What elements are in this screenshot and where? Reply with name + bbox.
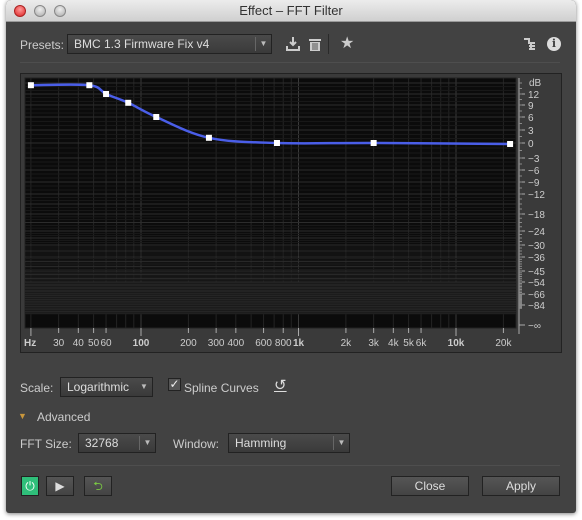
presets-dropdown[interactable]: BMC 1.3 Firmware Fix v4 ▼ [67,34,272,54]
presets-label: Presets: [20,38,65,52]
x-tick-label: 200 [180,338,197,349]
x-tick-label: 100 [133,338,150,349]
control-point[interactable] [370,140,377,146]
chevron-down-icon: ▼ [140,382,148,391]
y-tick-label: 6 [528,113,534,124]
info-icon[interactable]: i [547,37,561,51]
divider [20,62,560,63]
scale-label: Scale: [20,381,54,395]
window-value: Hamming [235,436,287,450]
zoom-window-button[interactable] [54,5,66,17]
presets-value: BMC 1.3 Firmware Fix v4 [74,37,210,51]
toolbar-divider [328,34,329,54]
play-icon: ▶ [55,479,65,493]
x-tick-label: 300 [208,338,225,349]
divider [20,465,560,466]
control-point[interactable] [507,141,514,147]
y-tick-label: −3 [528,154,540,165]
y-tick-label: 3 [528,126,534,137]
control-point[interactable] [205,134,212,141]
apply-button[interactable]: Apply [482,476,560,496]
y-tick-label: 9 [528,101,534,112]
x-tick-label: 20k [495,338,512,349]
y-tick-label: −∞ [528,321,541,332]
x-tick-label: 40 [73,338,85,349]
power-toggle-button[interactable]: ⏻ [21,476,39,496]
effect-window: Effect – FFT Filter Presets: BMC 1.3 Fir… [6,0,576,513]
control-point[interactable] [103,91,110,97]
y-axis-unit: dB [529,78,542,89]
y-tick-label: −36 [528,253,545,264]
y-tick-label: −45 [528,267,545,278]
fft-size-label: FFT Size: [20,437,72,451]
y-tick-label: −30 [528,241,545,252]
save-preset-icon[interactable] [285,36,301,52]
y-tick-label: 0 [528,139,534,150]
x-tick-label: 3k [368,338,380,349]
x-tick-label: 600 [255,338,272,349]
spline-curves-checkbox[interactable]: ✓ [168,378,181,391]
x-tick-label: 50 [88,338,100,349]
x-tick-label: 6k [416,338,428,349]
x-tick-label: 10k [448,338,465,349]
window-label: Window: [173,437,220,451]
y-tick-label: −54 [528,278,545,289]
x-tick-label: 800 [275,338,292,349]
y-tick-label: −12 [528,190,545,201]
y-tick-label: −18 [528,210,545,221]
trash-icon[interactable] [308,37,322,52]
channel-routing-icon[interactable] [523,37,537,51]
y-tick-label: −6 [528,166,540,177]
star-icon[interactable]: ★ [340,33,354,53]
window-title: Effect – FFT Filter [239,3,343,18]
y-tick-label: −9 [528,178,540,189]
x-tick-label: 2k [341,338,353,349]
close-window-button[interactable] [14,5,26,17]
control-point[interactable] [273,140,280,146]
power-icon: ⏻ [25,479,35,493]
scale-dropdown[interactable]: Logarithmic ▼ [60,377,153,397]
y-tick-label: −66 [528,290,545,301]
fft-chart[interactable]: dB129630−3−6−9−12−18−24−30−36−45−54−66−8… [21,74,561,352]
minimize-window-button[interactable] [34,5,46,17]
disclosure-triangle-icon[interactable]: ▼ [18,411,27,421]
advanced-toggle[interactable]: Advanced [37,410,90,424]
y-tick-label: 12 [528,90,540,101]
fft-size-dropdown[interactable]: 32768 ▼ [78,433,156,453]
x-tick-label: 400 [227,338,244,349]
x-tick-label: 4k [388,338,400,349]
play-button[interactable]: ▶ [46,476,74,496]
reset-icon[interactable]: ↺ [274,376,287,394]
x-tick-label: 60 [100,338,112,349]
loop-button[interactable]: ⮌ [84,476,112,496]
x-tick-label: 30 [53,338,65,349]
x-tick-label: 5k [403,338,415,349]
control-point[interactable] [125,99,132,106]
window-dropdown[interactable]: Hamming ▼ [228,433,350,453]
control-point[interactable] [86,82,93,89]
scale-value: Logarithmic [67,380,130,394]
chevron-down-icon: ▼ [255,37,271,51]
x-axis-unit: Hz [24,338,36,349]
chevron-down-icon: ▼ [333,436,349,450]
control-point[interactable] [27,82,34,89]
spline-curves-label: Spline Curves [184,381,259,395]
chevron-down-icon: ▼ [139,436,155,450]
title-bar: Effect – FFT Filter [6,0,576,22]
x-tick-label: 1k [293,338,305,349]
fft-size-value: 32768 [85,436,119,450]
y-tick-label: −84 [528,301,545,312]
fft-graph[interactable]: dB 12 9 6 3 0 −3 −6 −9 −12 −18 −24 −30 −36 −45 −54 −66 −8… [20,73,562,353]
loop-icon: ⮌ [93,479,103,493]
y-tick-label: −24 [528,227,545,238]
close-button[interactable]: Close [391,476,469,496]
control-point[interactable] [153,114,160,120]
